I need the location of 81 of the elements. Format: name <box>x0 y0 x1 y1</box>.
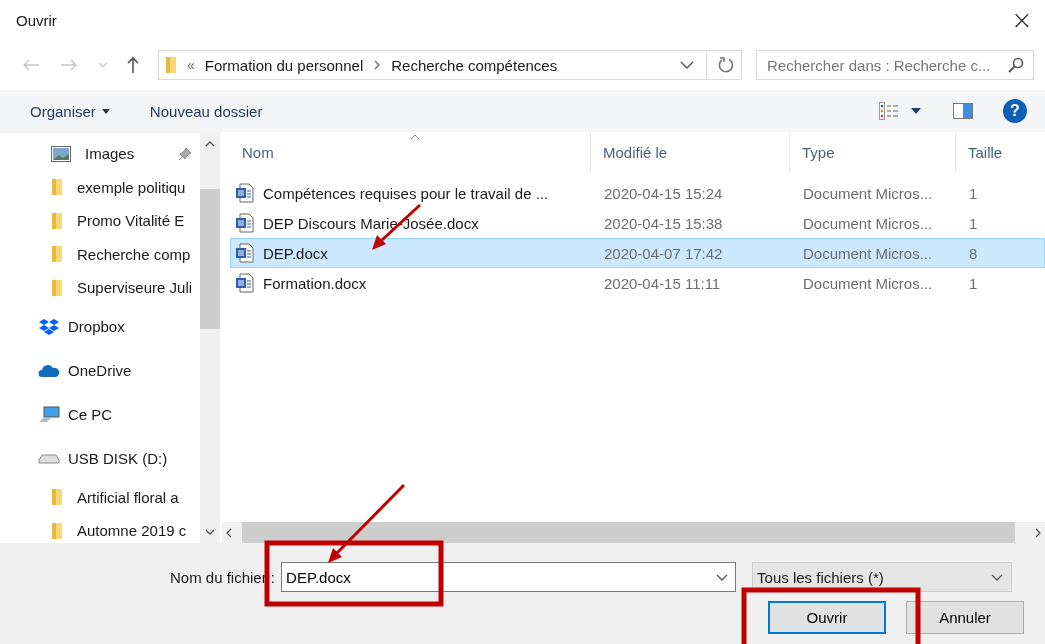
chevron-down-icon[interactable] <box>716 574 729 581</box>
file-row[interactable]: DEP.docx 2020-04-07 17:42 Document Micros... 8 <box>230 238 1045 268</box>
cloud-icon <box>38 363 60 378</box>
filename-field[interactable]: DEP.docx <box>281 562 737 592</box>
drive-icon <box>38 453 60 464</box>
word-document-icon <box>235 213 255 233</box>
sidebar-item[interactable]: USB DISK (D:) <box>0 436 200 481</box>
word-document-icon <box>235 273 255 293</box>
refresh-icon[interactable] <box>717 56 735 74</box>
sidebar-item[interactable]: Superviseure Juli <box>0 271 200 305</box>
cancel-button[interactable]: Annuler <box>906 601 1024 634</box>
preview-pane-icon[interactable] <box>953 103 973 119</box>
scroll-down-icon[interactable] <box>205 529 215 535</box>
folder-icon <box>51 245 63 264</box>
new-folder-button[interactable]: Nouveau dossier <box>139 98 273 124</box>
word-document-icon <box>235 183 255 203</box>
view-list-icon[interactable] <box>879 102 899 120</box>
file-type: Document Micros... <box>802 274 934 292</box>
folder-icon <box>51 278 63 297</box>
file-size: 8 <box>968 244 979 262</box>
file-type: Document Micros... <box>802 214 934 232</box>
file-name: Formation.docx <box>263 274 367 292</box>
caret-icon[interactable] <box>911 108 921 114</box>
picture-icon <box>51 145 71 162</box>
scroll-right-icon[interactable] <box>1035 527 1041 538</box>
word-document-icon <box>235 243 255 263</box>
search-icon <box>1008 57 1024 73</box>
breadcrumb-separator-icon <box>373 60 382 70</box>
column-header[interactable]: Nom <box>230 132 591 172</box>
dropbox-icon <box>38 317 60 336</box>
file-size: 1 <box>968 274 979 292</box>
computer-icon <box>38 405 60 424</box>
breadcrumb-overflow[interactable]: « <box>187 57 195 73</box>
breadcrumb-item[interactable]: Formation du personnel <box>204 56 364 74</box>
organize-menu-button[interactable]: Organiser <box>20 98 120 124</box>
modified-date: 2020-04-15 15:38 <box>603 214 724 232</box>
file-name: Compétences requises pour le travail de ... <box>263 184 549 202</box>
search-field[interactable]: Rechercher dans : Recherche c... <box>756 50 1034 80</box>
folder-icon <box>51 211 63 230</box>
help-button[interactable]: ? <box>1003 99 1027 123</box>
address-bar[interactable]: « Formation du personnel Recherche compétences <box>158 50 742 80</box>
caret-icon <box>101 108 110 114</box>
modified-date: 2020-04-15 15:24 <box>603 184 724 202</box>
chevron-down-icon[interactable] <box>680 61 694 69</box>
sidebar-item[interactable]: Ce PC <box>0 392 200 437</box>
up-arrow-icon[interactable] <box>126 56 140 74</box>
sidebar-item[interactable]: exemple politiqu <box>0 170 200 204</box>
sidebar-item[interactable]: Recherche comp <box>0 237 200 271</box>
open-button[interactable]: Ouvrir <box>768 601 886 634</box>
folder-icon <box>51 178 63 197</box>
folder-icon <box>165 56 177 74</box>
sidebar-item[interactable]: Promo Vitalité E <box>0 204 200 238</box>
file-name: DEP.docx <box>263 244 328 262</box>
file-type: Document Micros... <box>802 184 934 202</box>
sidebar-item[interactable]: Artificial floral a <box>0 480 200 514</box>
sidebar-item[interactable]: Automne 2019 c <box>0 514 200 543</box>
vertical-scrollbar[interactable] <box>200 133 220 543</box>
file-type-dropdown[interactable]: Tous les fichiers (*) <box>752 562 1013 592</box>
file-size: 1 <box>968 214 979 232</box>
sort-ascending-icon <box>410 134 420 140</box>
modified-date: 2020-04-07 17:42 <box>603 244 724 262</box>
sidebar-item[interactable]: OneDrive <box>0 348 200 393</box>
file-row[interactable]: Compétences requises pour le travail de ... 2020-04-15 15:24 Document Micros... 1 <box>230 178 1045 208</box>
folder-icon <box>51 488 63 507</box>
close-button[interactable]: × <box>999 0 1045 40</box>
column-header[interactable]: Type <box>790 132 956 172</box>
scroll-left-icon[interactable] <box>226 527 232 538</box>
sidebar-item[interactable]: Dropbox <box>0 304 200 349</box>
scroll-up-icon[interactable] <box>205 141 215 147</box>
window-title: Ouvrir <box>16 11 58 29</box>
file-row[interactable]: Formation.docx 2020-04-15 11:11 Document Micros... 1 <box>230 268 1045 298</box>
breadcrumb-item[interactable]: Recherche compétences <box>391 56 558 74</box>
chevron-down-icon <box>991 573 1004 581</box>
file-type: Document Micros... <box>802 244 934 262</box>
horizontal-scrollbar[interactable] <box>222 522 1045 543</box>
file-size: 1 <box>968 184 979 202</box>
folder-icon <box>51 521 63 540</box>
modified-date: 2020-04-15 11:11 <box>603 274 722 292</box>
sidebar-item[interactable]: Images <box>0 137 200 171</box>
column-header[interactable]: Modifié le <box>591 132 790 172</box>
column-header[interactable]: Taille <box>956 132 1045 172</box>
